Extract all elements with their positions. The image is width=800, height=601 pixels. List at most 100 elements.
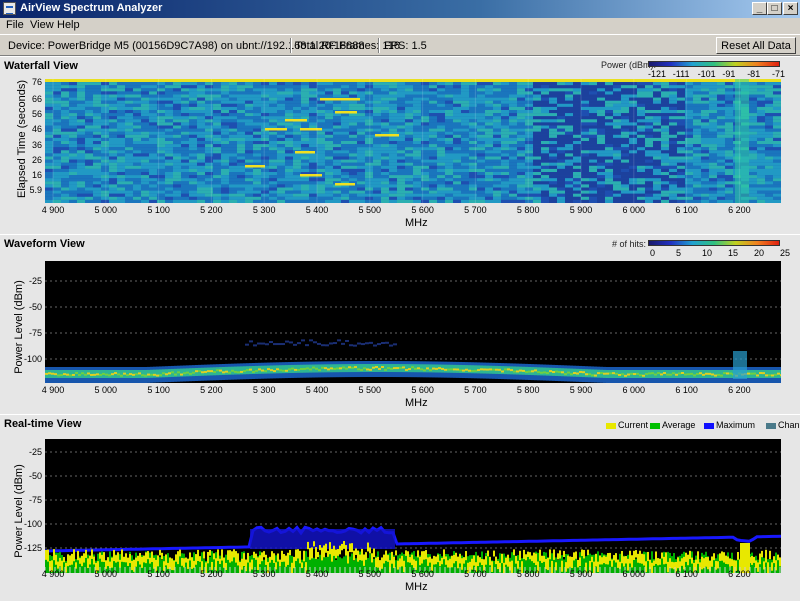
legend-item-current[interactable]: Current bbox=[606, 420, 648, 430]
waveform-faint-signal bbox=[325, 344, 329, 346]
waterfall-y-tick: 5.9 bbox=[29, 185, 42, 195]
hits-legend-tick: 10 bbox=[702, 248, 712, 258]
hits-legend-tick: 5 bbox=[676, 248, 681, 258]
waterfall-title: Waterfall View bbox=[4, 60, 78, 72]
waveform-faint-signal bbox=[245, 344, 249, 346]
x-tick-label: 5 600 bbox=[411, 205, 434, 215]
waveform-faint-signal bbox=[357, 342, 361, 344]
waterfall-hotspot bbox=[320, 98, 360, 101]
x-tick-label: 5 100 bbox=[147, 205, 170, 215]
waterfall-hotspot bbox=[295, 151, 315, 154]
waveform-faint-signal bbox=[365, 342, 369, 344]
realtime-y-tick: -75 bbox=[29, 495, 42, 505]
waveform-y-tick: -100 bbox=[24, 354, 42, 364]
x-tick-label: 5 100 bbox=[147, 569, 170, 579]
x-tick-label: 5 900 bbox=[570, 385, 593, 395]
waveform-plot[interactable] bbox=[45, 261, 781, 383]
waveform-y-axis-title: Power Level (dBm) bbox=[13, 272, 25, 382]
maximum-series-fill bbox=[250, 529, 395, 549]
waterfall-x-axis-title: MHz bbox=[405, 217, 428, 229]
waveform-faint-signal bbox=[385, 342, 389, 344]
reset-all-data-button[interactable]: Reset All Data bbox=[716, 37, 796, 54]
waveform-faint-signal bbox=[361, 343, 365, 345]
waveform-faint-signal bbox=[377, 343, 381, 345]
waveform-x-axis-title: MHz bbox=[405, 397, 428, 409]
x-tick-label: 5 300 bbox=[253, 569, 276, 579]
fps-readout: FPS: 1.5 bbox=[384, 40, 427, 52]
realtime-plot[interactable] bbox=[45, 439, 781, 573]
waveform-faint-signal bbox=[317, 343, 321, 345]
x-tick-label: 6 100 bbox=[675, 385, 698, 395]
x-tick-label: 5 400 bbox=[306, 385, 329, 395]
legend-swatch bbox=[766, 423, 776, 429]
waveform-title: Waveform View bbox=[4, 238, 85, 250]
waveform-y-tick: -75 bbox=[29, 328, 42, 338]
menu-view[interactable]: View bbox=[30, 19, 54, 31]
waveform-faint-signal bbox=[341, 343, 345, 345]
x-tick-label: 5 200 bbox=[200, 569, 223, 579]
waveform-faint-signal bbox=[265, 343, 269, 345]
waveform-faint-signal bbox=[253, 344, 257, 346]
waterfall-y-tick: 46 bbox=[32, 124, 42, 134]
x-tick-label: 6 200 bbox=[728, 205, 751, 215]
legend-label: Channels bbox=[778, 420, 800, 430]
legend-item-channels[interactable]: Channels bbox=[766, 420, 800, 430]
waterfall-hotspot bbox=[335, 183, 355, 186]
menu-help[interactable]: Help bbox=[57, 19, 80, 31]
x-tick-label: 6 200 bbox=[728, 385, 751, 395]
x-tick-label: 5 800 bbox=[517, 385, 540, 395]
waterfall-cells bbox=[45, 79, 781, 203]
realtime-panel: Real-time View Current Average Maximum Chan… bbox=[0, 414, 800, 601]
x-tick-label: 6 200 bbox=[728, 569, 751, 579]
waveform-faint-signal bbox=[349, 344, 353, 346]
waveform-faint-signal bbox=[261, 343, 265, 345]
x-tick-label: 5 300 bbox=[253, 205, 276, 215]
waveform-faint-signal bbox=[329, 342, 333, 344]
hits-color-scale bbox=[648, 240, 780, 246]
waveform-faint-signal bbox=[285, 341, 289, 343]
waveform-faint-signal bbox=[269, 341, 273, 343]
x-tick-label: 6 000 bbox=[623, 569, 646, 579]
waveform-faint-signal bbox=[277, 343, 281, 345]
waveform-faint-signal bbox=[301, 339, 305, 341]
realtime-y-tick: -125 bbox=[24, 543, 42, 553]
realtime-y-tick: -25 bbox=[29, 447, 42, 457]
waveform-faint-signal bbox=[309, 339, 313, 341]
waterfall-panel: Waterfall View Power (dBm): -121-111-101… bbox=[0, 56, 800, 235]
waterfall-y-tick: 16 bbox=[32, 170, 42, 180]
waterfall-hotspot bbox=[335, 111, 357, 114]
legend-item-maximum[interactable]: Maximum bbox=[704, 420, 755, 430]
x-tick-label: 5 700 bbox=[464, 569, 487, 579]
window-title: AirView Spectrum Analyzer bbox=[20, 2, 162, 14]
realtime-y-tick: -100 bbox=[24, 519, 42, 529]
legend-swatch bbox=[650, 423, 660, 429]
realtime-title: Real-time View bbox=[4, 418, 81, 430]
legend-label: Current bbox=[618, 420, 648, 430]
x-tick-label: 5 000 bbox=[95, 205, 118, 215]
hits-legend-tick: 0 bbox=[650, 248, 655, 258]
x-tick-label: 5 500 bbox=[359, 385, 382, 395]
close-button[interactable]: × bbox=[783, 2, 798, 15]
x-tick-label: 4 900 bbox=[42, 569, 65, 579]
waterfall-plot[interactable] bbox=[45, 79, 781, 203]
minimize-button[interactable]: _ bbox=[752, 2, 767, 15]
power-legend-tick: -71 bbox=[772, 69, 785, 79]
waveform-faint-signal bbox=[293, 344, 297, 346]
legend-label: Maximum bbox=[716, 420, 755, 430]
waveform-y-tick: -25 bbox=[29, 276, 42, 286]
legend-item-average[interactable]: Average bbox=[650, 420, 695, 430]
waterfall-y-tick: 36 bbox=[32, 140, 42, 150]
waveform-faint-signal bbox=[257, 343, 261, 345]
waveform-6200-spike bbox=[733, 351, 747, 379]
waveform-faint-signal bbox=[369, 342, 373, 344]
hits-legend-tick: 25 bbox=[780, 248, 790, 258]
waveform-faint-signal bbox=[289, 341, 293, 343]
legend-swatch bbox=[606, 423, 616, 429]
legend-label: Average bbox=[662, 420, 695, 430]
x-tick-label: 5 800 bbox=[517, 569, 540, 579]
power-color-scale bbox=[648, 61, 780, 67]
maximize-button[interactable]: □ bbox=[767, 2, 782, 15]
realtime-y-tick: -50 bbox=[29, 471, 42, 481]
x-tick-label: 6 000 bbox=[623, 205, 646, 215]
menu-file[interactable]: File bbox=[6, 19, 24, 31]
